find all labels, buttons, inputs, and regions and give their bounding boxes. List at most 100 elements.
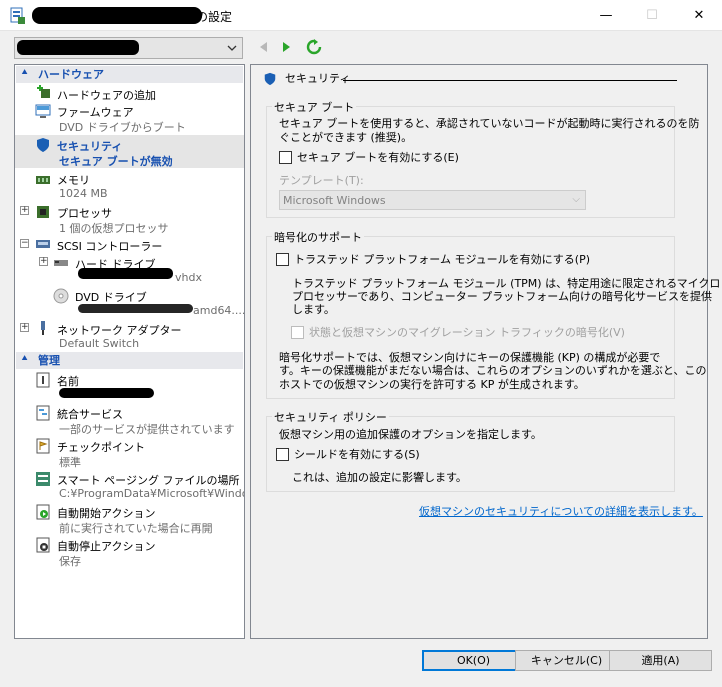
tree-item-label: 名前 xyxy=(57,375,79,388)
tree-item-label: 統合サービス xyxy=(57,408,123,421)
tree-item-processor[interactable]: + プロセッサ 1 個の仮想プロセッサ xyxy=(15,202,244,235)
expand-icon[interactable]: + xyxy=(20,206,29,215)
tree-item-sublabel: 1 個の仮想プロセッサ xyxy=(59,222,169,235)
apply-button[interactable]: 適用(A) xyxy=(609,650,712,671)
network-adapter-icon xyxy=(41,321,45,335)
tree-item-label: ファームウェア xyxy=(57,106,134,119)
vm-selector-dropdown[interactable] xyxy=(14,37,243,59)
title-bar: の設定 — ☐ ✕ xyxy=(0,0,722,31)
redacted-vm-name xyxy=(32,7,202,24)
tree-item-sublabel: セキュア ブートが無効 xyxy=(59,155,173,168)
hardware-section-header[interactable]: ⯅ ハードウェア xyxy=(16,66,243,83)
tree-item-add-hardware[interactable]: ハードウェアの追加 xyxy=(15,84,244,102)
dvd-drive-icon xyxy=(53,288,69,304)
policy-description: 仮想マシン用の追加保護のオプションを指定します。 xyxy=(279,428,542,441)
expand-icon[interactable]: + xyxy=(20,323,29,332)
shield-icon xyxy=(37,138,49,152)
tree-item-dvd-drive[interactable]: DVD ドライブ amd64.... xyxy=(15,286,244,319)
kp-description-2: す。キーの保護機能がまだない場合は、これらのオプションのいずれかを選ぶと、この xyxy=(279,364,707,377)
tree-item-label: 自動停止アクション xyxy=(57,540,156,553)
settings-tree: ⯅ ハードウェア ハードウェアの追加 ファームウェア DVD ドライブからブート… xyxy=(14,64,245,639)
expand-icon[interactable]: + xyxy=(39,257,48,266)
kp-description: 暗号化サポートでは、仮想マシン向けにキーの保護機能 (KP) の構成が必要で xyxy=(279,351,661,364)
tree-item-sublabel: 保存 xyxy=(59,555,81,568)
tree-item-sublabel: DVD ドライブからブート xyxy=(59,121,186,134)
chevron-down-icon: ⌵ xyxy=(572,194,580,205)
tree-item-sublabel: amd64.... xyxy=(193,304,245,317)
tree-item-label: メモリ xyxy=(57,174,90,187)
tree-item-sublabel: 一部のサービスが提供されています xyxy=(59,423,235,436)
security-policy-group-title: セキュリティ ポリシー xyxy=(272,409,389,425)
management-section-header[interactable]: ⯅ 管理 xyxy=(16,352,243,369)
tree-item-label: プロセッサ xyxy=(57,207,112,220)
secure-boot-checkbox[interactable] xyxy=(279,151,292,164)
tree-item-checkpoints[interactable]: チェックポイント 標準 xyxy=(15,436,244,469)
tree-item-label: チェックポイント xyxy=(57,441,145,454)
tree-item-memory[interactable]: メモリ 1024 MB xyxy=(15,169,244,202)
redacted-drive-path xyxy=(78,268,173,279)
tpm-checkbox[interactable] xyxy=(276,253,289,266)
tree-item-sublabel: vhdx xyxy=(175,271,202,284)
shield-checkbox[interactable] xyxy=(276,448,289,461)
tree-item-integration-services[interactable]: 統合サービス 一部のサービスが提供されています xyxy=(15,403,244,436)
auto-start-icon xyxy=(36,504,50,520)
security-details-link[interactable]: 仮想マシンのセキュリティについての詳細を表示します。 xyxy=(419,503,703,519)
smart-paging-icon xyxy=(36,472,50,486)
tree-item-label: セキュリティ xyxy=(57,140,123,153)
back-arrow-icon[interactable] xyxy=(256,39,272,55)
minimize-button[interactable]: — xyxy=(583,0,629,31)
tree-item-label: ネットワーク アダプター xyxy=(57,324,182,337)
scsi-controller-icon xyxy=(36,240,50,248)
template-dropdown-value: Microsoft Windows xyxy=(283,194,386,207)
tree-item-auto-stop[interactable]: 自動停止アクション 保存 xyxy=(15,535,244,568)
template-label: テンプレート(T): xyxy=(279,174,364,187)
secure-boot-checkbox-label[interactable]: セキュア ブートを有効にする(E) xyxy=(297,151,459,164)
checkpoint-icon xyxy=(36,438,50,454)
redacted-vm-name-value xyxy=(59,388,154,398)
redacted-iso-path xyxy=(78,304,193,313)
tpm-description-2: プロセッサーであり、コンピューター プラットフォーム向けの暗号化サービスを提供 xyxy=(292,290,712,303)
auto-stop-icon xyxy=(36,537,50,553)
refresh-icon[interactable] xyxy=(306,39,322,55)
title-divider xyxy=(343,80,677,81)
tree-item-network-adapter[interactable]: + ネットワーク アダプター Default Switch xyxy=(15,319,244,352)
traffic-encryption-checkbox[interactable] xyxy=(291,326,304,339)
tree-item-security[interactable]: セキュリティ セキュア ブートが無効 xyxy=(15,135,244,168)
maximize-button[interactable]: ☐ xyxy=(629,0,675,31)
tree-item-sublabel: 標準 xyxy=(59,456,81,469)
template-dropdown[interactable]: Microsoft Windows ⌵ xyxy=(279,190,586,210)
tree-item-auto-start[interactable]: 自動開始アクション 前に実行されていた場合に再開 xyxy=(15,502,244,535)
tree-item-smart-paging[interactable]: スマート ページング ファイルの場所 C:¥ProgramData¥Micros… xyxy=(15,469,244,502)
policy-note: これは、追加の設定に影響します。 xyxy=(292,471,467,484)
chevron-down-icon xyxy=(227,45,237,51)
settings-app-icon xyxy=(10,7,25,24)
kp-description-3: ホストでの仮想マシンの実行を許可する KP が生成されます。 xyxy=(279,378,585,391)
tree-item-scsi-controller[interactable]: − SCSI コントローラー xyxy=(15,235,244,253)
tree-item-firmware[interactable]: ファームウェア DVD ドライブからブート xyxy=(15,101,244,134)
encryption-group-title: 暗号化のサポート xyxy=(272,229,364,245)
tree-item-label: SCSI コントローラー xyxy=(57,240,163,253)
tree-item-hard-drive[interactable]: + ハード ドライブ vhdx xyxy=(15,253,244,286)
secure-boot-description-2: ぐことができます (推奨)。 xyxy=(279,131,413,144)
integration-services-icon xyxy=(36,405,50,421)
tpm-checkbox-label[interactable]: トラステッド プラットフォーム モジュールを有効にする(P) xyxy=(294,253,590,266)
shield-icon xyxy=(264,72,276,86)
add-hardware-icon xyxy=(37,85,50,98)
collapse-icon[interactable]: − xyxy=(20,239,29,248)
tree-item-sublabel: C:¥ProgramData¥Microsoft¥Windo... xyxy=(59,487,245,500)
ok-button[interactable]: OK(O) xyxy=(422,650,525,671)
secure-boot-group-title: セキュア ブート xyxy=(272,99,357,115)
secure-boot-description: セキュア ブートを使用すると、承認されていないコードが起動時に実行されるのを防 xyxy=(279,117,700,130)
close-button[interactable]: ✕ xyxy=(676,0,722,31)
firmware-icon xyxy=(35,104,51,118)
tree-item-name[interactable]: 名前 xyxy=(15,370,244,403)
tree-item-sublabel: 1024 MB xyxy=(59,187,108,200)
forward-arrow-icon[interactable] xyxy=(278,39,294,55)
collapse-icon: ⯅ xyxy=(21,354,29,364)
traffic-encryption-checkbox-label[interactable]: 状態と仮想マシンのマイグレーション トラフィックの暗号化(V) xyxy=(309,326,625,339)
cancel-button[interactable]: キャンセル(C) xyxy=(515,650,618,671)
shield-checkbox-label[interactable]: シールドを有効にする(S) xyxy=(294,448,420,461)
tpm-description-3: します。 xyxy=(292,303,335,316)
memory-icon xyxy=(36,176,50,184)
redacted-vm-selector-text xyxy=(17,40,139,55)
